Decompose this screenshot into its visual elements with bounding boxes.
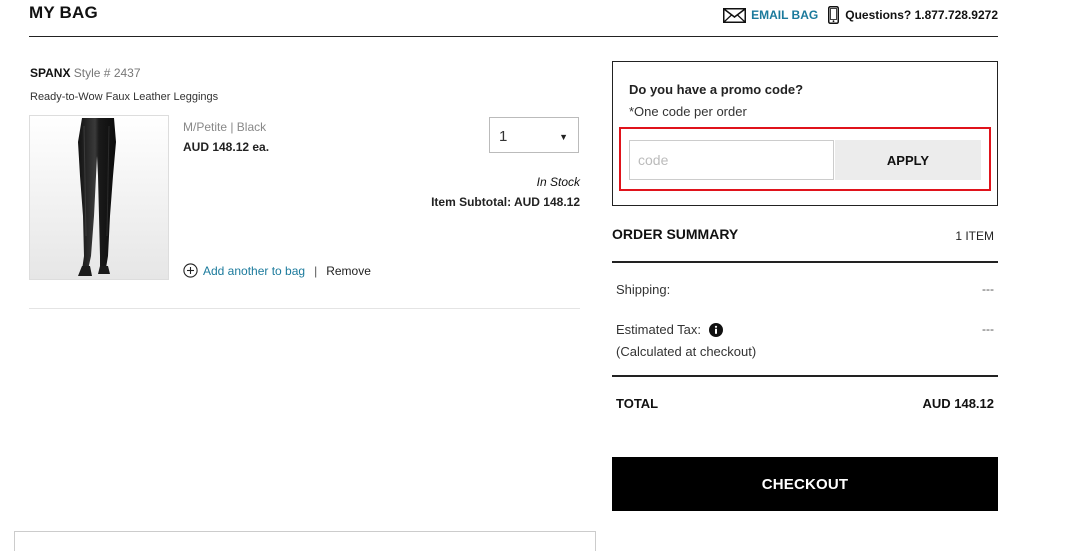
lower-panel xyxy=(14,531,596,551)
total-value: AUD 148.12 xyxy=(922,396,994,411)
page-title: MY BAG xyxy=(29,3,98,22)
product-image[interactable] xyxy=(29,115,169,280)
header-divider xyxy=(29,36,998,37)
item-subtotal: Item Subtotal: AUD 148.12 xyxy=(431,195,580,209)
action-separator: | xyxy=(314,263,318,278)
summary-item-count: 1 ITEM xyxy=(955,229,994,243)
quantity-select[interactable]: 1 ▼ xyxy=(489,117,579,153)
estimated-tax-value: --- xyxy=(982,322,994,336)
item-price-each: AUD 148.12 ea. xyxy=(183,140,270,154)
checkout-button[interactable]: CHECKOUT xyxy=(612,457,998,511)
item-brand: SPANX xyxy=(30,66,71,80)
email-bag-label: EMAIL BAG xyxy=(751,8,819,22)
item-variant: M/Petite | Black xyxy=(183,120,267,134)
item-style-number: Style # 2437 xyxy=(73,66,141,80)
envelope-icon xyxy=(723,7,747,23)
add-another-to-bag-link[interactable]: Add another to bag xyxy=(183,263,305,278)
promo-code-input[interactable] xyxy=(629,140,834,180)
shipping-value: --- xyxy=(982,282,994,296)
item-actions: Add another to bag | Remove xyxy=(183,263,371,278)
stock-status: In Stock xyxy=(536,175,580,189)
apply-promo-button[interactable]: APPLY xyxy=(835,140,981,180)
summary-divider-top xyxy=(612,261,998,263)
plus-circle-icon xyxy=(183,263,198,278)
remove-item-link[interactable]: Remove xyxy=(326,264,371,278)
mobile-phone-icon xyxy=(828,6,840,24)
promo-note: *One code per order xyxy=(629,104,747,119)
quantity-value: 1 xyxy=(499,128,508,145)
add-another-label: Add another to bag xyxy=(203,263,306,278)
summary-divider-bottom xyxy=(612,375,998,377)
info-icon[interactable] xyxy=(709,322,724,337)
promo-title: Do you have a promo code? xyxy=(629,82,804,97)
item-divider xyxy=(29,308,580,309)
item-brand-line: SPANX Style # 2437 xyxy=(30,66,141,80)
phone-contact: Questions? 1.877.728.9272 xyxy=(828,6,998,24)
item-name: Ready-to-Wow Faux Leather Leggings xyxy=(30,91,219,103)
shipping-label: Shipping: xyxy=(616,282,671,297)
email-bag-link[interactable]: EMAIL BAG xyxy=(723,7,819,23)
estimated-tax-label: Estimated Tax: xyxy=(616,322,702,337)
estimated-tax-row: Estimated Tax: xyxy=(616,322,724,337)
order-summary-title: ORDER SUMMARY xyxy=(612,226,739,242)
leggings-product-photo xyxy=(30,116,168,279)
header-actions: EMAIL BAG Questions? 1.877.728.9272 xyxy=(723,6,998,24)
phone-label: Questions? 1.877.728.9272 xyxy=(845,8,998,22)
tax-note: (Calculated at checkout) xyxy=(616,344,757,359)
dropdown-caret-icon: ▼ xyxy=(559,132,568,142)
total-label: TOTAL xyxy=(616,396,659,411)
